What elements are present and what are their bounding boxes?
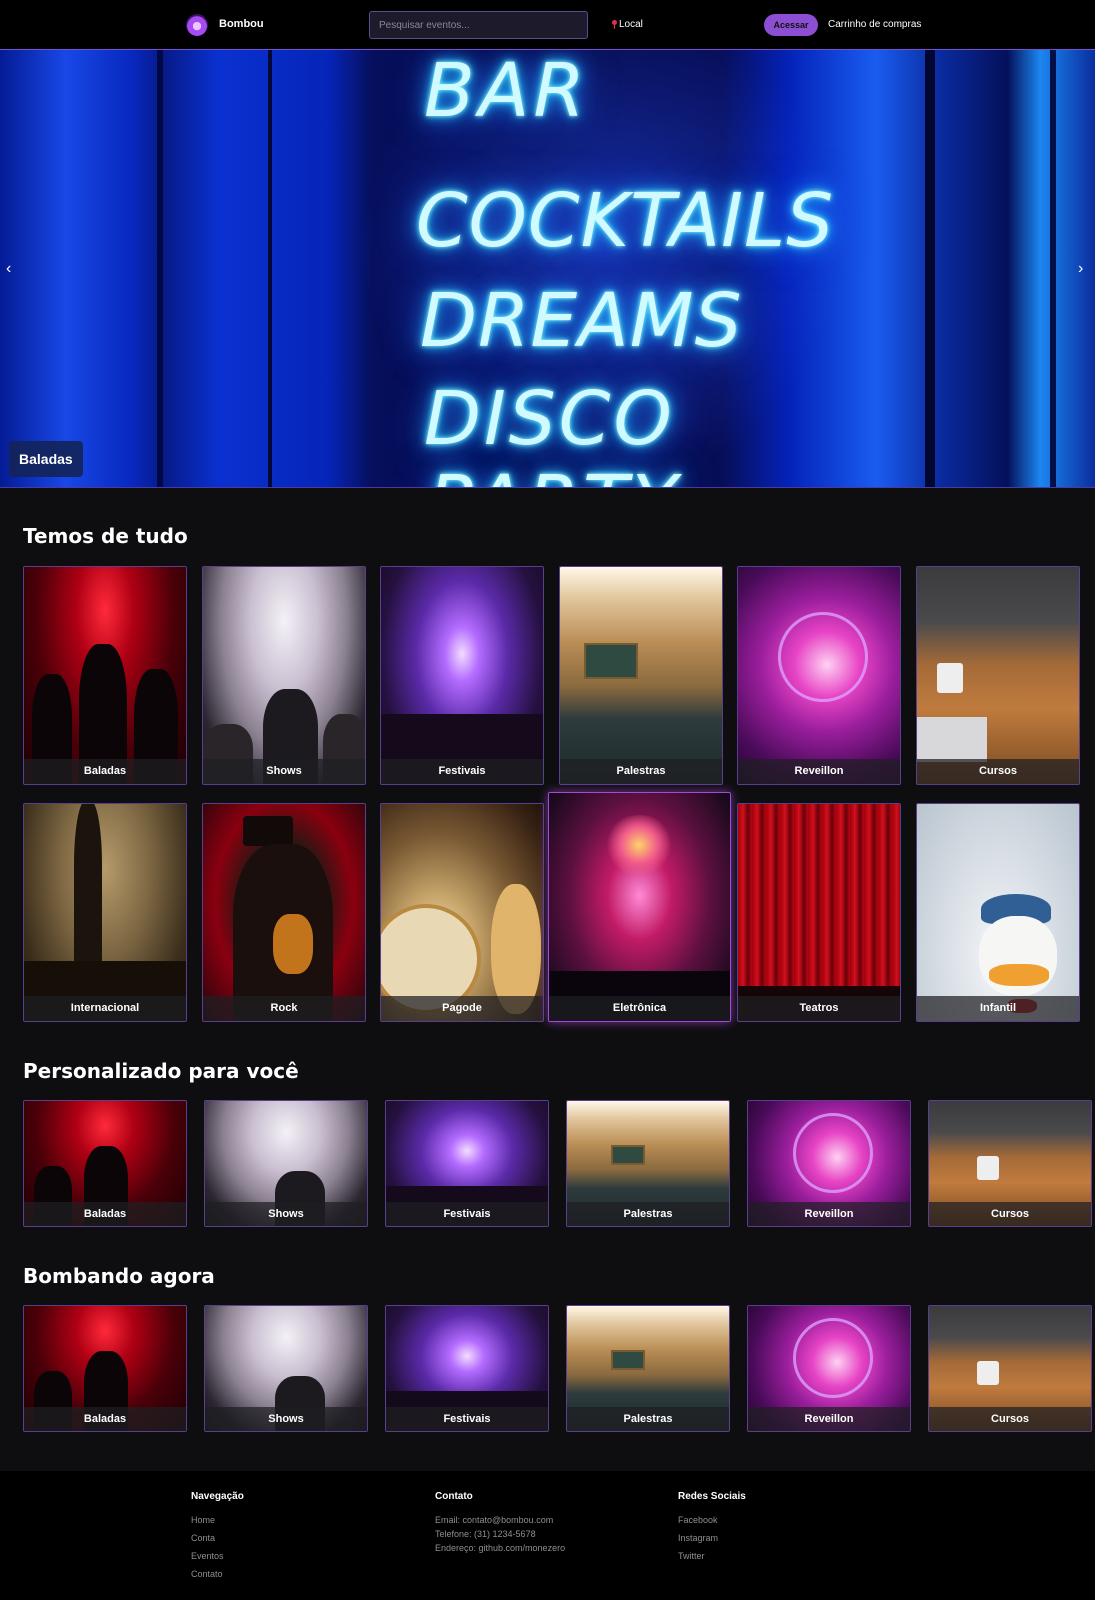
category-card-palestras[interactable]: Palestras xyxy=(559,566,723,785)
category-label: Palestras xyxy=(567,1202,729,1226)
footer-column-title: Navegação xyxy=(191,1491,244,1502)
category-label: Reveillon xyxy=(748,1202,910,1226)
category-label: Shows xyxy=(205,1407,367,1431)
neon-sign-line: DISCO xyxy=(424,376,675,462)
section-title: Bombando agora xyxy=(23,1264,215,1288)
top-navbar: Bombou Local Acessar Carrinho de compras xyxy=(0,0,1095,50)
category-label: Cursos xyxy=(929,1202,1091,1226)
recommended-card-shows[interactable]: Shows xyxy=(204,1100,368,1227)
contact-email: Email: contato@bombou.com xyxy=(435,1515,554,1525)
category-card-baladas[interactable]: Baladas xyxy=(23,566,187,785)
category-card-internacional[interactable]: Internacional xyxy=(23,803,187,1022)
trending-card-reveillon[interactable]: Reveillon xyxy=(747,1305,911,1432)
category-card-cursos[interactable]: Cursos xyxy=(916,566,1080,785)
category-label: Internacional xyxy=(24,996,186,1021)
footer-contact-column: Contato Email: contato@bombou.com Telefo… xyxy=(435,1491,565,1557)
category-image xyxy=(203,804,365,1021)
category-label: Reveillon xyxy=(738,759,900,784)
footer-link-contato[interactable]: Contato xyxy=(191,1569,244,1579)
category-image xyxy=(549,793,730,1021)
category-image xyxy=(917,804,1079,1021)
category-image xyxy=(738,804,900,1021)
category-label: Cursos xyxy=(917,759,1079,784)
category-label: Festivais xyxy=(381,759,543,784)
footer-link-facebook[interactable]: Facebook xyxy=(678,1515,746,1525)
trending-card-festivais[interactable]: Festivais xyxy=(385,1305,549,1432)
trending-card-baladas[interactable]: Baladas xyxy=(23,1305,187,1432)
footer-nav-column: Navegação Home Conta Eventos Contato xyxy=(191,1491,244,1587)
footer-link-eventos[interactable]: Eventos xyxy=(191,1551,244,1561)
category-label: Reveillon xyxy=(748,1407,910,1431)
category-label: Eletrônica xyxy=(549,996,730,1021)
footer-social-column: Redes Sociais Facebook Instagram Twitter xyxy=(678,1491,746,1569)
trending-card-palestras[interactable]: Palestras xyxy=(566,1305,730,1432)
section-title: Temos de tudo xyxy=(23,524,188,548)
footer: Navegação Home Conta Eventos Contato Con… xyxy=(0,1471,1095,1600)
category-label: Palestras xyxy=(567,1407,729,1431)
category-card-reveillon[interactable]: Reveillon xyxy=(737,566,901,785)
footer-link-conta[interactable]: Conta xyxy=(191,1533,244,1543)
hero-caption[interactable]: Baladas xyxy=(9,441,83,477)
category-label: Baladas xyxy=(24,1202,186,1226)
category-image xyxy=(24,567,186,784)
location-pin-icon xyxy=(612,20,617,29)
category-label: Festivais xyxy=(386,1407,548,1431)
cart-link[interactable]: Carrinho de compras xyxy=(828,19,921,30)
footer-column-title: Contato xyxy=(435,1491,473,1502)
carousel-prev-icon[interactable]: ‹ xyxy=(6,261,18,277)
category-label: Rock xyxy=(203,996,365,1021)
category-label: Palestras xyxy=(560,759,722,784)
neon-sign-line: PARTY xyxy=(428,460,681,487)
category-image xyxy=(203,567,365,784)
category-label: Pagode xyxy=(381,996,543,1021)
recommended-card-festivais[interactable]: Festivais xyxy=(385,1100,549,1227)
hero-carousel: BAR COCKTAILS DREAMS DISCO PARTY xyxy=(0,50,1095,488)
location-selector[interactable]: Local xyxy=(612,19,643,30)
category-label: Festivais xyxy=(386,1202,548,1226)
footer-column-title: Redes Sociais xyxy=(678,1491,746,1502)
category-image xyxy=(381,567,543,784)
footer-link-twitter[interactable]: Twitter xyxy=(678,1551,746,1561)
category-label: Teatros xyxy=(738,996,900,1021)
category-label: Shows xyxy=(203,759,365,784)
recommended-card-baladas[interactable]: Baladas xyxy=(23,1100,187,1227)
category-card-teatros[interactable]: Teatros xyxy=(737,803,901,1022)
search-input[interactable] xyxy=(369,11,588,39)
category-card-shows[interactable]: Shows xyxy=(202,566,366,785)
contact-phone: Telefone: (31) 1234-5678 xyxy=(435,1529,536,1539)
recommended-card-reveillon[interactable]: Reveillon xyxy=(747,1100,911,1227)
category-label: Shows xyxy=(205,1202,367,1226)
category-image xyxy=(917,567,1079,784)
category-image xyxy=(24,804,186,1021)
category-card-eletronica[interactable]: Eletrônica xyxy=(548,792,731,1022)
neon-sign-line: BAR xyxy=(424,50,589,134)
category-label: Baladas xyxy=(24,759,186,784)
category-label: Baladas xyxy=(24,1407,186,1431)
footer-link-instagram[interactable]: Instagram xyxy=(678,1533,746,1543)
brand-name[interactable]: Bombou xyxy=(219,18,264,30)
neon-sign-line: DREAMS xyxy=(420,278,743,364)
location-label: Local xyxy=(619,19,643,30)
bombou-logo-icon[interactable] xyxy=(186,14,208,36)
neon-sign-line: COCKTAILS xyxy=(416,178,835,264)
category-card-rock[interactable]: Rock xyxy=(202,803,366,1022)
carousel-next-icon[interactable]: › xyxy=(1078,261,1090,277)
recommended-card-palestras[interactable]: Palestras xyxy=(566,1100,730,1227)
footer-link-home[interactable]: Home xyxy=(191,1515,244,1525)
category-card-pagode[interactable]: Pagode xyxy=(380,803,544,1022)
category-card-infantil[interactable]: Infantil xyxy=(916,803,1080,1022)
trending-card-shows[interactable]: Shows xyxy=(204,1305,368,1432)
category-image xyxy=(560,567,722,784)
trending-card-cursos[interactable]: Cursos xyxy=(928,1305,1092,1432)
category-label: Infantil xyxy=(917,996,1079,1021)
category-label: Cursos xyxy=(929,1407,1091,1431)
section-title: Personalizado para você xyxy=(23,1059,299,1083)
category-card-festivais[interactable]: Festivais xyxy=(380,566,544,785)
login-button[interactable]: Acessar xyxy=(764,14,818,36)
contact-address: Endereço: github.com/monezero xyxy=(435,1543,566,1553)
category-image xyxy=(738,567,900,784)
recommended-card-cursos[interactable]: Cursos xyxy=(928,1100,1092,1227)
category-image xyxy=(381,804,543,1021)
